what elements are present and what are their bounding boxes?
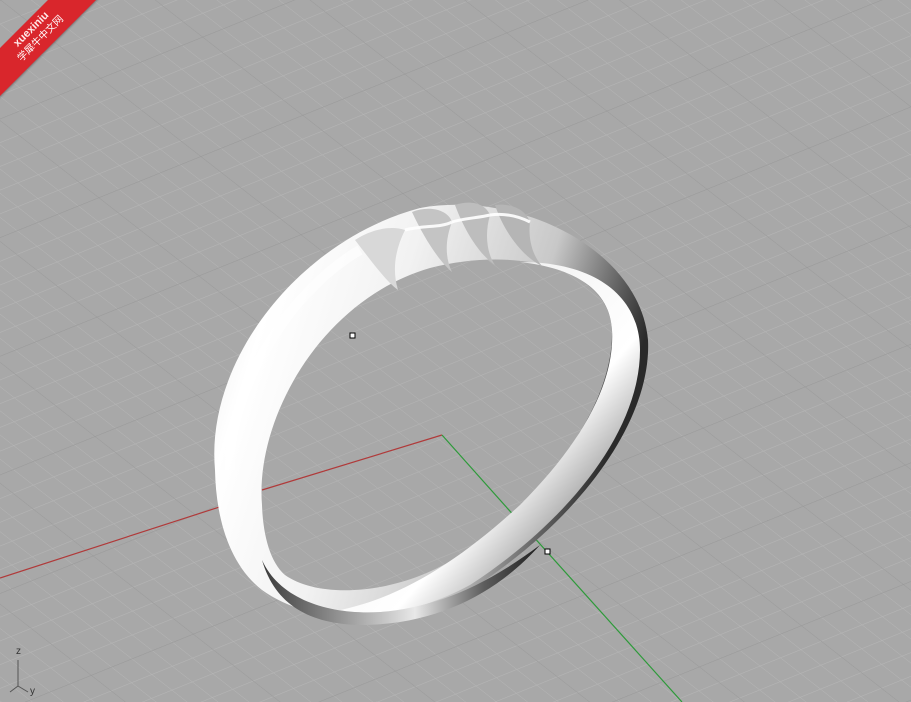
selection-handle[interactable] (349, 332, 356, 339)
viewport-scene[interactable] (0, 0, 911, 702)
watermark-logo: xuexiniu 学犀牛中文网 (0, 0, 110, 110)
axis-z-label: z (16, 646, 21, 657)
axis-y-label: y (30, 686, 35, 697)
selection-handle[interactable] (544, 548, 551, 555)
perspective-viewport[interactable]: z y xuexiniu 学犀牛中文网 (0, 0, 911, 702)
